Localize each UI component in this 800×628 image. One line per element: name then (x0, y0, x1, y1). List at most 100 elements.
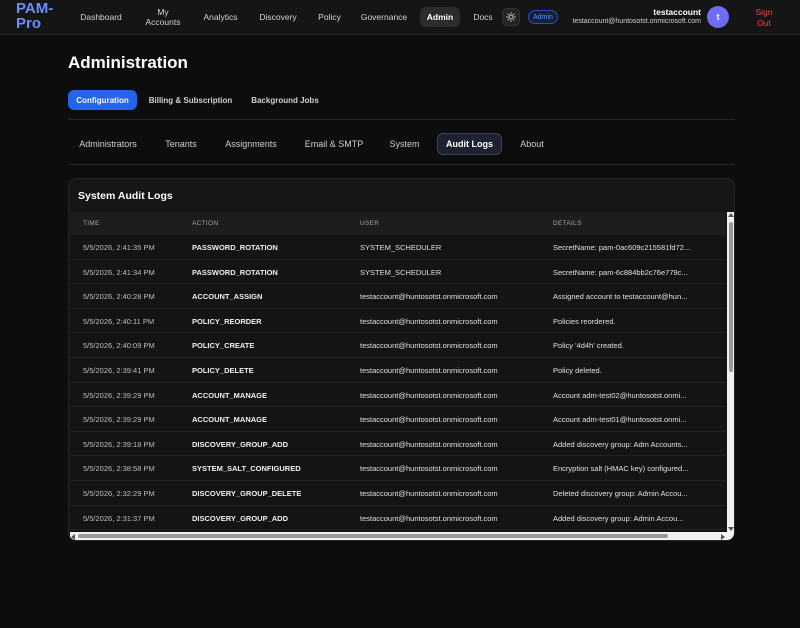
cell-action: POLICY_CREATE (192, 341, 255, 351)
cell-details: Encryption salt (HMAC key) configured... (553, 464, 689, 474)
cell-user: testaccount@huntosotst.onmicrosoft.com (360, 488, 498, 498)
scrollbar-thumb[interactable] (729, 222, 733, 372)
subtab-tenants[interactable]: Tenants (158, 133, 204, 155)
table-row[interactable]: 5/5/2026, 2:40:09 PM POLICY_CREATE testacc… (70, 333, 726, 358)
cell-details: Added discovery group: Adm Accounts... (553, 439, 688, 449)
subtab-administrators[interactable]: Administrators (70, 133, 146, 155)
cell-user: testaccount@huntosotst.onmicrosoft.com (360, 415, 498, 425)
column-header-time[interactable]: TIME (83, 220, 100, 227)
cell-user: testaccount@huntosotst.onmicrosoft.com (360, 316, 498, 326)
page-title: Administration (68, 53, 188, 72)
cell-action: DISCOVERY_GROUP_ADD (192, 513, 288, 523)
cell-details: Account adm-test02@huntosotst.onmi... (553, 390, 687, 400)
tab-billing-subscription[interactable]: Billing & Subscription (145, 90, 236, 110)
nav-admin[interactable]: Admin (420, 7, 460, 27)
tab-configuration[interactable]: Configuration (68, 90, 137, 110)
cell-details: Assigned account to testaccount@hun... (553, 292, 688, 302)
divider (68, 164, 735, 165)
cell-time: 5/5/2026, 2:40:09 PM (83, 341, 155, 351)
subtab-system[interactable]: System (382, 133, 427, 155)
scroll-left-icon[interactable] (71, 534, 75, 540)
nav-discovery[interactable]: Discovery (254, 7, 302, 27)
cell-action: ACCOUNT_ASSIGN (192, 292, 263, 302)
tab-background-jobs[interactable]: Background Jobs (245, 90, 325, 110)
audit-log-card: System Audit Logs TIME ACTION USER DETAI… (68, 178, 735, 541)
cell-time: 5/5/2026, 2:41:35 PM (83, 243, 155, 252)
nav-docs[interactable]: Docs (470, 7, 496, 27)
cell-time: 5/5/2026, 2:40:28 PM (83, 292, 155, 302)
card-title: System Audit Logs (78, 190, 173, 202)
cell-details: Account adm-test01@huntosotst.onmi... (553, 415, 687, 425)
cell-details: Policies reordered. (553, 316, 616, 326)
cell-user: testaccount@huntosotst.onmicrosoft.com (360, 292, 498, 302)
scroll-down-icon[interactable] (728, 527, 734, 531)
table-row[interactable]: 5/5/2026, 2:39:29 PM ACCOUNT_MANAGE testac… (70, 383, 726, 408)
sign-out-button[interactable]: Sign Out (748, 7, 780, 29)
cell-action: SYSTEM_SALT_CONFIGURED (192, 464, 301, 474)
cell-time: 5/5/2026, 2:39:18 PM (83, 439, 155, 449)
cell-action: ACCOUNT_MANAGE (192, 390, 267, 400)
cell-details: Policy '4d4h' created. (553, 341, 624, 351)
table-row[interactable]: 5/5/2026, 2:32:29 PM DISCOVERY_GROUP_DELE… (70, 481, 726, 506)
cell-time: 5/5/2026, 2:39:29 PM (83, 415, 155, 425)
sun-icon (506, 12, 516, 22)
cell-action: POLICY_REORDER (192, 316, 262, 326)
cell-time: 5/5/2026, 2:40:11 PM (83, 316, 155, 326)
cell-user: testaccount@huntosotst.onmicrosoft.com (360, 365, 498, 375)
scroll-right-icon[interactable] (721, 534, 725, 540)
table-row[interactable]: 5/5/2026, 2:39:18 PM DISCOVERY_GROUP_ADD t… (70, 432, 726, 457)
subtab-about[interactable]: About (512, 133, 552, 155)
table-row[interactable]: 5/5/2026, 2:40:28 PM ACCOUNT_ASSIGN testac… (70, 284, 726, 309)
cell-action: PASSWORD_ROTATION (192, 267, 278, 277)
table-row[interactable]: 5/5/2026, 2:40:11 PM POLICY_REORDER testac… (70, 309, 726, 334)
table-row[interactable]: 5/5/2026, 2:39:29 PM ACCOUNT_MANAGE testac… (70, 407, 726, 432)
nav-dashboard[interactable]: Dashboard (76, 7, 126, 27)
role-badge: Admin (528, 10, 558, 24)
table-row[interactable]: 5/5/2026, 2:38:58 PM SYSTEM_SALT_CONFIGUR… (70, 456, 726, 481)
subtab-assignments[interactable]: Assignments (217, 133, 285, 155)
column-header-action[interactable]: ACTION (192, 220, 218, 227)
column-header-details[interactable]: DETAILS (553, 220, 582, 227)
vertical-scrollbar[interactable] (727, 212, 734, 532)
cell-action: DISCOVERY_GROUP_ADD (192, 439, 288, 449)
table-header: TIME ACTION USER DETAILS (70, 212, 726, 235)
audit-log-table: TIME ACTION USER DETAILS 5/5/2026, 2:41:… (70, 212, 734, 540)
nav-my-accounts[interactable]: My Accounts (140, 7, 186, 27)
cell-details: SecretName: pam-0ac609c215581fd72... (553, 243, 691, 252)
nav-policy[interactable]: Policy (313, 7, 346, 27)
cell-time: 5/5/2026, 2:39:41 PM (83, 365, 155, 375)
user-name: testaccount (653, 7, 701, 17)
user-email: testaccount@huntosotst.onmicrosoft.com (572, 18, 702, 25)
theme-toggle-button[interactable] (502, 8, 520, 26)
cell-action: DISCOVERY_GROUP_DELETE (192, 488, 302, 498)
avatar[interactable]: t (707, 6, 729, 28)
table-row[interactable]: 5/5/2026, 2:41:34 PM PASSWORD_ROTATION SYS… (70, 260, 726, 285)
app-logo[interactable]: PAM-Pro (16, 1, 60, 31)
cell-user: testaccount@huntosotst.onmicrosoft.com (360, 439, 498, 449)
table-body: 5/5/2026, 2:41:35 PM PASSWORD_ROTATION SYS… (70, 235, 726, 531)
cell-time: 5/5/2026, 2:31:37 PM (83, 513, 155, 523)
cell-action: ACCOUNT_MANAGE (192, 415, 267, 425)
column-header-user[interactable]: USER (360, 220, 379, 227)
cell-time: 5/5/2026, 2:41:34 PM (83, 267, 155, 277)
top-navbar: PAM-Pro Dashboard My Accounts Analytics … (0, 0, 800, 35)
horizontal-scrollbar[interactable] (70, 532, 734, 540)
scroll-up-icon[interactable] (728, 213, 734, 217)
cell-user: SYSTEM_SCHEDULER (360, 243, 442, 252)
cell-user: testaccount@huntosotst.onmicrosoft.com (360, 464, 498, 474)
cell-details: Added discovery group: Admin Accou... (553, 513, 684, 523)
table-row[interactable]: 5/5/2026, 2:39:41 PM POLICY_DELETE testacc… (70, 358, 726, 383)
scrollbar-thumb[interactable] (78, 534, 668, 538)
nav-governance[interactable]: Governance (357, 7, 411, 27)
cell-action: PASSWORD_ROTATION (192, 243, 278, 252)
cell-user: SYSTEM_SCHEDULER (360, 267, 442, 277)
cell-time: 5/5/2026, 2:38:58 PM (83, 464, 155, 474)
table-row[interactable]: 5/5/2026, 2:41:35 PM PASSWORD_ROTATION SYS… (70, 235, 726, 260)
subtab-email-smtp[interactable]: Email & SMTP (298, 133, 370, 155)
cell-user: testaccount@huntosotst.onmicrosoft.com (360, 390, 498, 400)
cell-details: SecretName: pam-6c884bb2c76e779c... (553, 267, 688, 277)
cell-details: Deleted discovery group: Admin Accou... (553, 488, 688, 498)
nav-analytics[interactable]: Analytics (198, 7, 243, 27)
table-row[interactable]: 5/5/2026, 2:31:37 PM DISCOVERY_GROUP_ADD t… (70, 506, 726, 531)
subtab-audit-logs[interactable]: Audit Logs (437, 133, 502, 155)
